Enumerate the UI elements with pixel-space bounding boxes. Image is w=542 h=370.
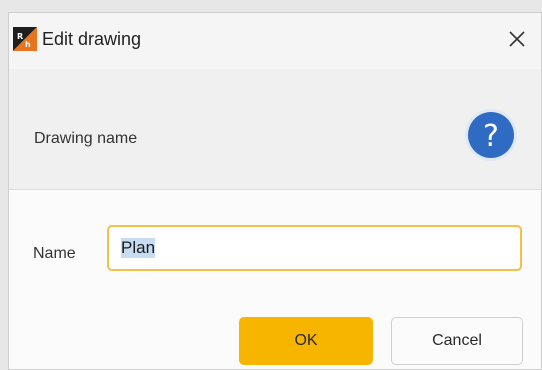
svg-text:?: ? bbox=[483, 119, 499, 154]
close-icon bbox=[509, 31, 525, 47]
cancel-button[interactable]: Cancel bbox=[391, 317, 523, 365]
app-logo-icon: R h bbox=[13, 27, 37, 51]
header-label: Drawing name bbox=[34, 130, 138, 147]
name-label: Name bbox=[33, 245, 76, 262]
dialog-body: Name OK Cancel bbox=[9, 190, 541, 369]
dialog-header: Drawing name ? bbox=[9, 69, 541, 189]
edit-drawing-dialog: R h Edit drawing Drawing name ? Name OK … bbox=[8, 12, 542, 370]
svg-text:h: h bbox=[25, 40, 31, 49]
name-input[interactable] bbox=[107, 225, 522, 271]
dialog-title: Edit drawing bbox=[42, 29, 142, 49]
title-bar: R h Edit drawing bbox=[9, 13, 541, 69]
close-button[interactable] bbox=[503, 25, 531, 53]
svg-text:R: R bbox=[17, 32, 23, 41]
help-icon: ? bbox=[463, 107, 519, 163]
ok-button[interactable]: OK bbox=[239, 317, 373, 365]
